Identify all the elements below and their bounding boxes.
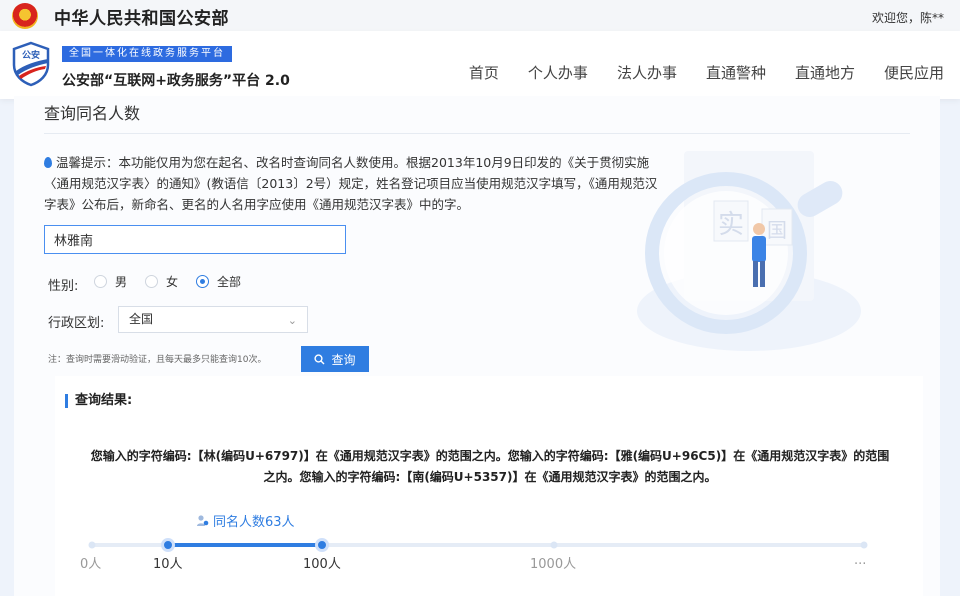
scale-dot-active [315,538,329,552]
gender-radio-group: 男 女 全部 [94,273,241,290]
scale-tick-10: 10人 [153,557,183,572]
nav-police-types[interactable]: 直通警种 [706,62,766,83]
logo-text: 公安 [22,49,40,61]
illustration-char-1: 实 [718,210,744,240]
scale-dot-active [161,538,175,552]
search-icon [314,353,325,364]
nav-local-direct[interactable]: 直通地方 [795,62,855,83]
result-text: 您输入的字符编码:【林(编码U+6797)】在《通用规范汉字表》的范围之内。您输… [90,449,890,484]
site-header: 公安 全国一体化在线政务服务平台 公安部“互联网+政务服务”平台 2.0 首页 … [0,31,960,99]
name-input[interactable] [44,225,346,254]
welcome-user[interactable]: 欢迎您，陈** [872,9,944,26]
tip-text: 温馨提示：本功能仅用为您在起名、改名时查询同名人数使用。根据2013年10月9日… [44,155,658,212]
main-nav: 首页 个人办事 法人办事 直通警种 直通地方 便民应用 [469,62,944,83]
scale-tick-1000: 1000人 [530,557,577,572]
gender-option-label: 女 [166,275,179,289]
radio-circle-checked[interactable] [196,275,210,288]
chevron-down-icon: ⌄ [287,314,297,327]
region-label: 行政区划: [48,316,105,331]
nav-legal-person-affairs[interactable]: 法人办事 [617,62,677,83]
platform-slogan: 全国一体化在线政务服务平台 [62,46,232,62]
ministry-title: 中华人民共和国公安部 [54,9,229,29]
query-button-label: 查询 [331,352,356,367]
nav-convenience-apps[interactable]: 便民应用 [884,62,944,83]
top-bar: 中华人民共和国公安部 欢迎您，陈** [0,0,960,31]
radio-circle[interactable] [145,275,159,288]
query-button[interactable]: 查询 [301,346,369,372]
gender-option-female[interactable]: 女 [145,273,178,290]
divider [44,133,910,134]
scale-tick-more: ... [854,553,867,568]
platform-name: 公安部“互联网+政务服务”平台 2.0 [62,73,290,89]
count-scale [88,538,868,552]
warm-tip: 温馨提示：本功能仅用为您在起名、改名时查询同名人数使用。根据2013年10月9日… [44,152,664,215]
scale-dot [860,541,868,549]
magnifier-illustration: 实 国 [637,151,861,351]
count-label: 同名人数63人 [213,515,295,530]
page-title: 查询同名人数 [44,104,141,123]
scale-tick-0: 0人 [80,557,102,572]
nav-personal-affairs[interactable]: 个人办事 [528,62,588,83]
scale-tick-100: 100人 [303,557,341,572]
query-panel: 查询同名人数 温馨提示：本功能仅用为您在起名、改名时查询同名人数使用。根据201… [14,96,940,596]
gender-option-label: 男 [115,275,128,289]
same-name-count: 同名人数63人 [196,511,295,530]
gender-label: 性别: [48,279,79,294]
region-select-value: 全国 [129,312,154,326]
info-pin-icon [44,157,52,168]
gender-option-label: 全部 [217,275,242,289]
people-icon [197,515,209,526]
gender-option-all[interactable]: 全部 [196,273,241,290]
query-note: 注：查询时需要滑动验证，且每天最多只能查询10次。 [48,355,267,365]
result-title: 查询结果: [65,394,132,408]
region-select[interactable]: 全国 ⌄ [118,306,308,333]
gender-option-male[interactable]: 男 [94,273,127,290]
national-emblem-icon [12,3,38,29]
scale-dot [550,541,558,549]
radio-circle[interactable] [94,275,107,288]
nav-home[interactable]: 首页 [469,62,499,83]
scale-dot [88,541,96,549]
police-shield-logo-icon: 公安 [12,41,50,87]
illustration-char-2: 国 [767,218,787,242]
